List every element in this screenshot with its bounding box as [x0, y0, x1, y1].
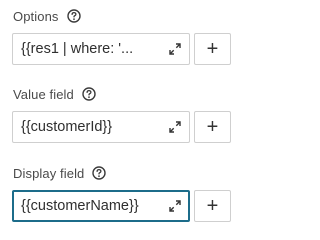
value-field-label: Value field — [13, 86, 74, 102]
options-label: Options — [13, 8, 59, 24]
expand-arrows-icon[interactable] — [168, 199, 182, 213]
display-field-control-row: {{customerName}} + — [12, 190, 231, 222]
display-field-input-value: {{customerName}} — [21, 198, 139, 214]
question-circle-icon[interactable] — [82, 87, 96, 101]
question-circle-icon[interactable] — [66, 9, 81, 23]
display-field-label: Display field — [13, 165, 85, 181]
options-label-row: Options — [12, 6, 231, 26]
value-field: Value field {{customerId}} + — [12, 84, 231, 143]
value-field-label-row: Value field — [12, 84, 231, 104]
value-field-input-value: {{customerId}} — [21, 119, 113, 135]
question-circle-icon[interactable] — [92, 166, 107, 180]
value-field-control-row: {{customerId}} + — [12, 111, 231, 143]
expand-arrows-icon[interactable] — [168, 42, 182, 56]
options-add-button[interactable]: + — [194, 33, 231, 65]
display-field-input[interactable]: {{customerName}} — [12, 190, 190, 222]
value-field-add-button[interactable]: + — [194, 111, 231, 143]
value-field-input[interactable]: {{customerId}} — [12, 111, 190, 143]
options-control-row: {{res1 | where: '... + — [12, 33, 231, 65]
options-input[interactable]: {{res1 | where: '... — [12, 33, 190, 65]
display-field-add-button[interactable]: + — [194, 190, 231, 222]
display-field-label-row: Display field — [12, 163, 231, 183]
options-input-value: {{res1 | where: '... — [21, 41, 134, 57]
options-field: Options {{res1 | where: '... + — [12, 6, 231, 65]
expand-arrows-icon[interactable] — [168, 120, 182, 134]
display-field: Display field {{customerName}} + — [12, 163, 231, 222]
